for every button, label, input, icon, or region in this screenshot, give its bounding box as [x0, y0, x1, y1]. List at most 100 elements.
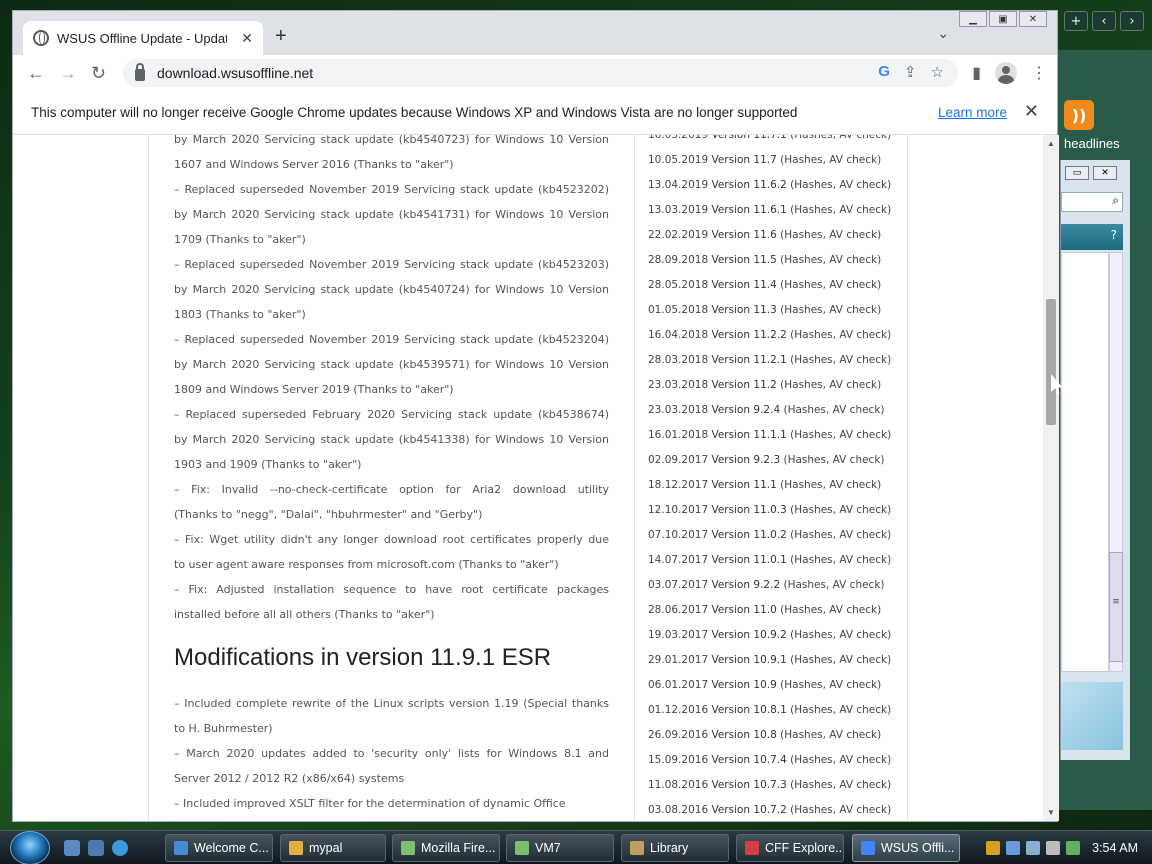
hashes-av-links[interactable]: (Hashes, AV check) [780, 379, 881, 391]
tab-search-icon[interactable]: ⌄ [937, 25, 949, 42]
version-link[interactable]: Version 11.1.1 [711, 429, 786, 441]
hashes-av-links[interactable]: (Hashes, AV check) [790, 704, 891, 716]
version-link[interactable]: Version 11.3 [711, 304, 776, 316]
url-text[interactable]: download.wsusoffline.net [157, 65, 313, 81]
hashes-av-links[interactable]: (Hashes, AV check) [783, 454, 884, 466]
menu-kebab-icon[interactable]: ⋮ [1031, 63, 1047, 83]
security-shield-icon[interactable] [986, 841, 1001, 855]
scroll-thumb[interactable] [1046, 299, 1056, 425]
address-bar[interactable]: download.wsusoffline.net G ⇪ ☆ [123, 59, 958, 87]
hashes-av-links[interactable]: (Hashes, AV check) [790, 529, 891, 541]
version-link[interactable]: Version 11.6 [711, 229, 776, 241]
tab-close-icon[interactable]: ✕ [241, 30, 253, 47]
version-link[interactable]: Version 10.7.4 [711, 754, 786, 766]
hashes-av-links[interactable]: (Hashes, AV check) [790, 204, 891, 216]
taskbar-button[interactable]: VM7 [506, 834, 614, 862]
hashes-av-links[interactable]: (Hashes, AV check) [790, 504, 891, 516]
taskbar-button[interactable]: mypal [280, 834, 386, 862]
hashes-av-links[interactable]: (Hashes, AV check) [783, 404, 884, 416]
hashes-av-links[interactable]: (Hashes, AV check) [790, 429, 891, 441]
internet-explorer-icon[interactable] [112, 840, 128, 856]
hashes-av-links[interactable]: (Hashes, AV check) [790, 554, 891, 566]
version-link[interactable]: Version 11.6.1 [711, 204, 786, 216]
taskbar-button[interactable]: Library [621, 834, 729, 862]
version-link[interactable]: Version 10.9 [711, 679, 776, 691]
version-link[interactable]: Version 9.2.3 [711, 454, 780, 466]
volume-muted-icon[interactable] [1046, 841, 1061, 855]
version-link[interactable]: Version 11.0 [711, 604, 776, 616]
version-link[interactable]: Version 10.9.1 [711, 654, 786, 666]
learn-more-link[interactable]: Learn more [938, 105, 1007, 120]
close-icon[interactable]: ✕ [1093, 166, 1117, 180]
help-icon[interactable]: ? [1061, 224, 1123, 250]
restore-icon[interactable]: ▭ [1065, 166, 1089, 180]
hashes-av-links[interactable]: (Hashes, AV check) [783, 579, 884, 591]
show-desktop-icon[interactable] [64, 840, 80, 856]
version-link[interactable]: Version 10.7.2 [711, 804, 786, 816]
version-link[interactable]: Version 9.2.2 [711, 579, 780, 591]
search-icon[interactable]: ⌕ [1061, 192, 1123, 212]
hashes-av-links[interactable]: (Hashes, AV check) [790, 329, 891, 341]
hashes-av-links[interactable]: (Hashes, AV check) [780, 279, 881, 291]
forward-icon[interactable]: › [1120, 11, 1144, 31]
version-link[interactable]: Version 10.7.3 [711, 779, 786, 791]
hashes-av-links[interactable]: (Hashes, AV check) [780, 479, 881, 491]
rss-icon[interactable]: )) [1064, 100, 1094, 130]
version-link[interactable]: Version 11.7 [711, 154, 776, 166]
hashes-av-links[interactable]: (Hashes, AV check) [790, 804, 891, 816]
reload-icon[interactable]: ↻ [91, 63, 106, 84]
version-link[interactable]: Version 10.8.1 [711, 704, 786, 716]
version-link[interactable]: Version 10.9.2 [711, 629, 786, 641]
scroll-up-icon[interactable]: ▲ [1047, 139, 1055, 148]
background-scroll-thumb[interactable]: ≡ [1109, 552, 1123, 662]
hashes-av-links[interactable]: (Hashes, AV check) [790, 754, 891, 766]
hashes-av-links[interactable]: (Hashes, AV check) [780, 729, 881, 741]
hashes-av-links[interactable]: (Hashes, AV check) [780, 254, 881, 266]
side-panel-icon[interactable]: ▮ [972, 63, 981, 83]
back-arrow-icon[interactable]: ← [27, 63, 45, 84]
add-icon[interactable]: + [1064, 11, 1088, 31]
hashes-av-links[interactable]: (Hashes, AV check) [790, 135, 891, 141]
hashes-av-links[interactable]: (Hashes, AV check) [790, 779, 891, 791]
taskbar-button[interactable]: WSUS Offli... [852, 834, 960, 862]
version-link[interactable]: Version 11.2.2 [711, 329, 786, 341]
taskbar-button[interactable]: CFF Explore... [736, 834, 844, 862]
hashes-av-links[interactable]: (Hashes, AV check) [780, 679, 881, 691]
tab-wsus[interactable]: WSUS Offline Update - Update M ✕ [23, 21, 263, 55]
start-button[interactable] [10, 831, 50, 864]
version-link[interactable]: Version 11.5 [711, 254, 776, 266]
hashes-av-links[interactable]: (Hashes, AV check) [780, 304, 881, 316]
version-link[interactable]: Version 11.2.1 [711, 354, 786, 366]
forward-arrow-icon[interactable]: → [59, 63, 77, 84]
profile-avatar-icon[interactable] [995, 62, 1017, 84]
taskbar-button[interactable]: Welcome C... [165, 834, 273, 862]
share-icon[interactable]: ⇪ [904, 63, 917, 81]
version-link[interactable]: Version 11.0.2 [711, 529, 786, 541]
version-link[interactable]: Version 11.4 [711, 279, 776, 291]
version-link[interactable]: Version 11.7.1 [711, 135, 786, 141]
bookmark-star-icon[interactable]: ☆ [931, 63, 944, 81]
version-link[interactable]: Version 11.0.1 [711, 554, 786, 566]
version-link[interactable]: Version 11.1 [711, 479, 776, 491]
version-link[interactable]: Version 11.6.2 [711, 179, 786, 191]
hashes-av-links[interactable]: (Hashes, AV check) [790, 354, 891, 366]
switch-windows-icon[interactable] [88, 840, 104, 856]
google-translate-icon[interactable]: G [878, 63, 890, 81]
hashes-av-links[interactable]: (Hashes, AV check) [780, 154, 881, 166]
hashes-av-links[interactable]: (Hashes, AV check) [790, 629, 891, 641]
hashes-av-links[interactable]: (Hashes, AV check) [780, 604, 881, 616]
hashes-av-links[interactable]: (Hashes, AV check) [790, 179, 891, 191]
page-scrollbar[interactable]: ▲ ▼ [1043, 135, 1059, 821]
hashes-av-links[interactable]: (Hashes, AV check) [790, 654, 891, 666]
scroll-down-icon[interactable]: ▼ [1047, 808, 1055, 817]
back-icon[interactable]: ‹ [1092, 11, 1116, 31]
clock[interactable]: 3:54 AM [1092, 841, 1138, 855]
new-tab-icon[interactable]: + [275, 25, 287, 48]
version-link[interactable]: Version 11.0.3 [711, 504, 786, 516]
hashes-av-links[interactable]: (Hashes, AV check) [780, 229, 881, 241]
infobar-close-icon[interactable]: ✕ [1024, 101, 1039, 122]
version-link[interactable]: Version 11.2 [711, 379, 776, 391]
version-link[interactable]: Version 9.2.4 [711, 404, 780, 416]
tray-app-icon[interactable] [1066, 841, 1081, 855]
network-icon[interactable] [1006, 841, 1021, 855]
